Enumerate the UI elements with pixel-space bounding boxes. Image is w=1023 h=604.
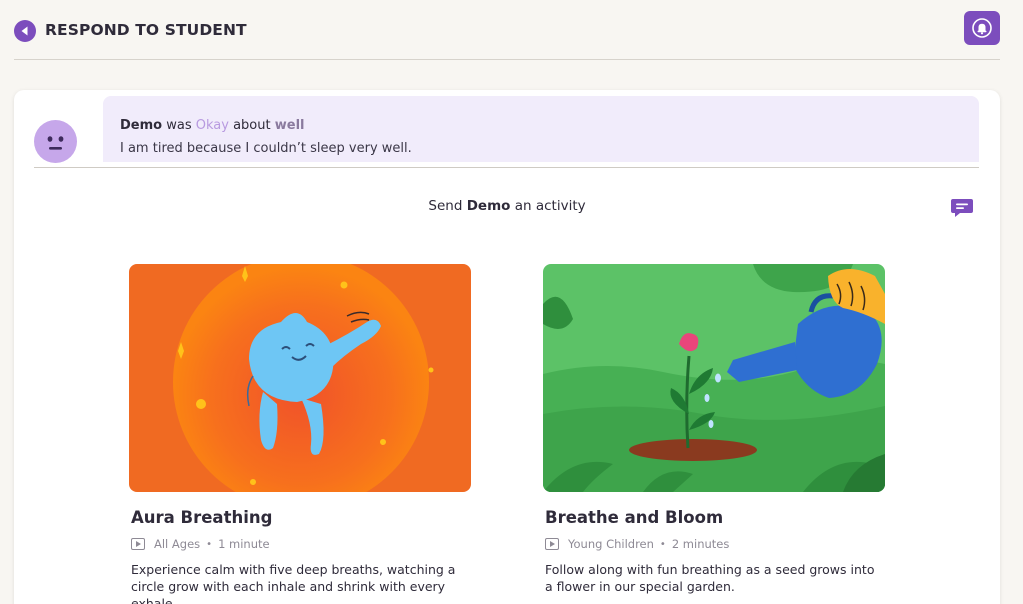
chat-message-icon (951, 199, 973, 217)
separator-dot: • (659, 538, 666, 550)
breathe-and-bloom-illustration (543, 264, 885, 492)
activity-thumbnail (129, 264, 471, 492)
checkin-message: Demo was Okay about well I am tired beca… (103, 96, 979, 162)
checkin-text: I am tired because I couldn’t sleep very… (120, 141, 412, 156)
back-button[interactable] (14, 20, 36, 42)
activity-description: Experience calm with five deep breaths, … (131, 562, 456, 604)
video-play-icon (545, 538, 559, 550)
notifications-button[interactable] (964, 11, 1000, 45)
divider (34, 167, 979, 168)
back-arrow-icon (21, 26, 28, 36)
activity-audience: All Ages (154, 537, 201, 551)
send-activity-heading: Send Demo an activity (14, 198, 1000, 214)
activity-thumbnail (543, 264, 885, 492)
page-title: RESPOND TO STUDENT (45, 21, 247, 39)
activity-title: Breathe and Bloom (545, 508, 724, 527)
activity-description: Follow along with fun breathing as a see… (545, 562, 875, 594)
page-header: RESPOND TO STUDENT (14, 0, 1000, 60)
was-text: was (166, 118, 192, 133)
activity-meta: All Ages • 1 minute (131, 537, 471, 551)
topic-label: well (274, 118, 305, 133)
send-suffix: an activity (514, 198, 586, 214)
send-student-name: Demo (466, 198, 511, 214)
activity-duration: 1 minute (218, 537, 270, 551)
bell-icon (972, 18, 992, 38)
student-avatar (34, 120, 77, 163)
about-text: about (233, 118, 271, 133)
send-prefix: Send (428, 198, 463, 214)
mood-label: Okay (195, 118, 229, 133)
aura-breathing-illustration (129, 264, 471, 492)
neutral-face-icon (47, 136, 64, 150)
checkin-summary: Demo was Okay about well (120, 118, 305, 133)
activity-meta: Young Children • 2 minutes (545, 537, 885, 551)
activity-duration: 2 minutes (671, 537, 730, 551)
activity-title: Aura Breathing (131, 508, 273, 527)
activity-card-breathe-and-bloom[interactable]: Breathe and Bloom Young Children • 2 min… (543, 264, 885, 595)
response-card: Demo was Okay about well I am tired beca… (14, 90, 1000, 604)
send-message-button[interactable] (950, 197, 974, 219)
activity-card-aura-breathing[interactable]: Aura Breathing All Ages • 1 minute Exper… (129, 264, 471, 604)
separator-dot: • (206, 538, 213, 550)
video-play-icon (131, 538, 145, 550)
student-name: Demo (120, 118, 163, 133)
activity-audience: Young Children (568, 537, 654, 551)
